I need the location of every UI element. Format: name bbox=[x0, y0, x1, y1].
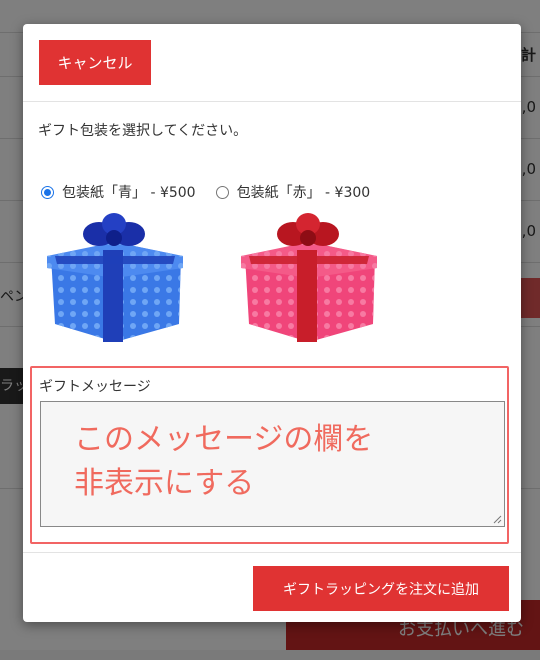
gift-wrap-modal: キャンセル ギフト包装を選択してください。 包装紙「青」 - ¥500 包装紙「… bbox=[23, 24, 521, 622]
instruction-text: ギフト包装を選択してください。 bbox=[38, 123, 248, 139]
option-red-label: 包装紙「赤」 - ¥300 bbox=[236, 185, 371, 201]
gift-message-section: ギフトメッセージ このメッセージの欄を 非表示にする bbox=[30, 366, 509, 544]
wrap-options: 包装紙「青」 - ¥500 包装紙「赤」 - ¥300 bbox=[41, 182, 390, 202]
modal-header: キャンセル bbox=[23, 24, 521, 102]
resize-grip-icon[interactable] bbox=[493, 515, 502, 524]
add-gift-wrap-button[interactable]: ギフトラッピングを注文に追加 bbox=[253, 566, 509, 611]
option-blue[interactable]: 包装紙「青」 - ¥500 bbox=[41, 182, 196, 202]
red-gift-image[interactable] bbox=[237, 212, 381, 348]
gift-message-label: ギフトメッセージ bbox=[39, 379, 151, 395]
cancel-button[interactable]: キャンセル bbox=[39, 40, 151, 85]
option-red[interactable]: 包装紙「赤」 - ¥300 bbox=[215, 182, 371, 202]
annotation-note: このメッセージの欄を 非表示にする bbox=[74, 418, 373, 506]
blue-gift-image[interactable] bbox=[43, 212, 187, 348]
modal-footer: ギフトラッピングを注文に追加 bbox=[23, 552, 521, 623]
option-blue-label: 包装紙「青」 - ¥500 bbox=[62, 185, 196, 201]
radio-blue[interactable] bbox=[41, 185, 54, 199]
annotation-line-2: 非表示にする bbox=[74, 466, 255, 501]
radio-red[interactable] bbox=[215, 185, 229, 199]
annotation-line-1: このメッセージの欄を bbox=[74, 422, 374, 457]
gift-message-textarea[interactable]: このメッセージの欄を 非表示にする bbox=[40, 401, 505, 527]
